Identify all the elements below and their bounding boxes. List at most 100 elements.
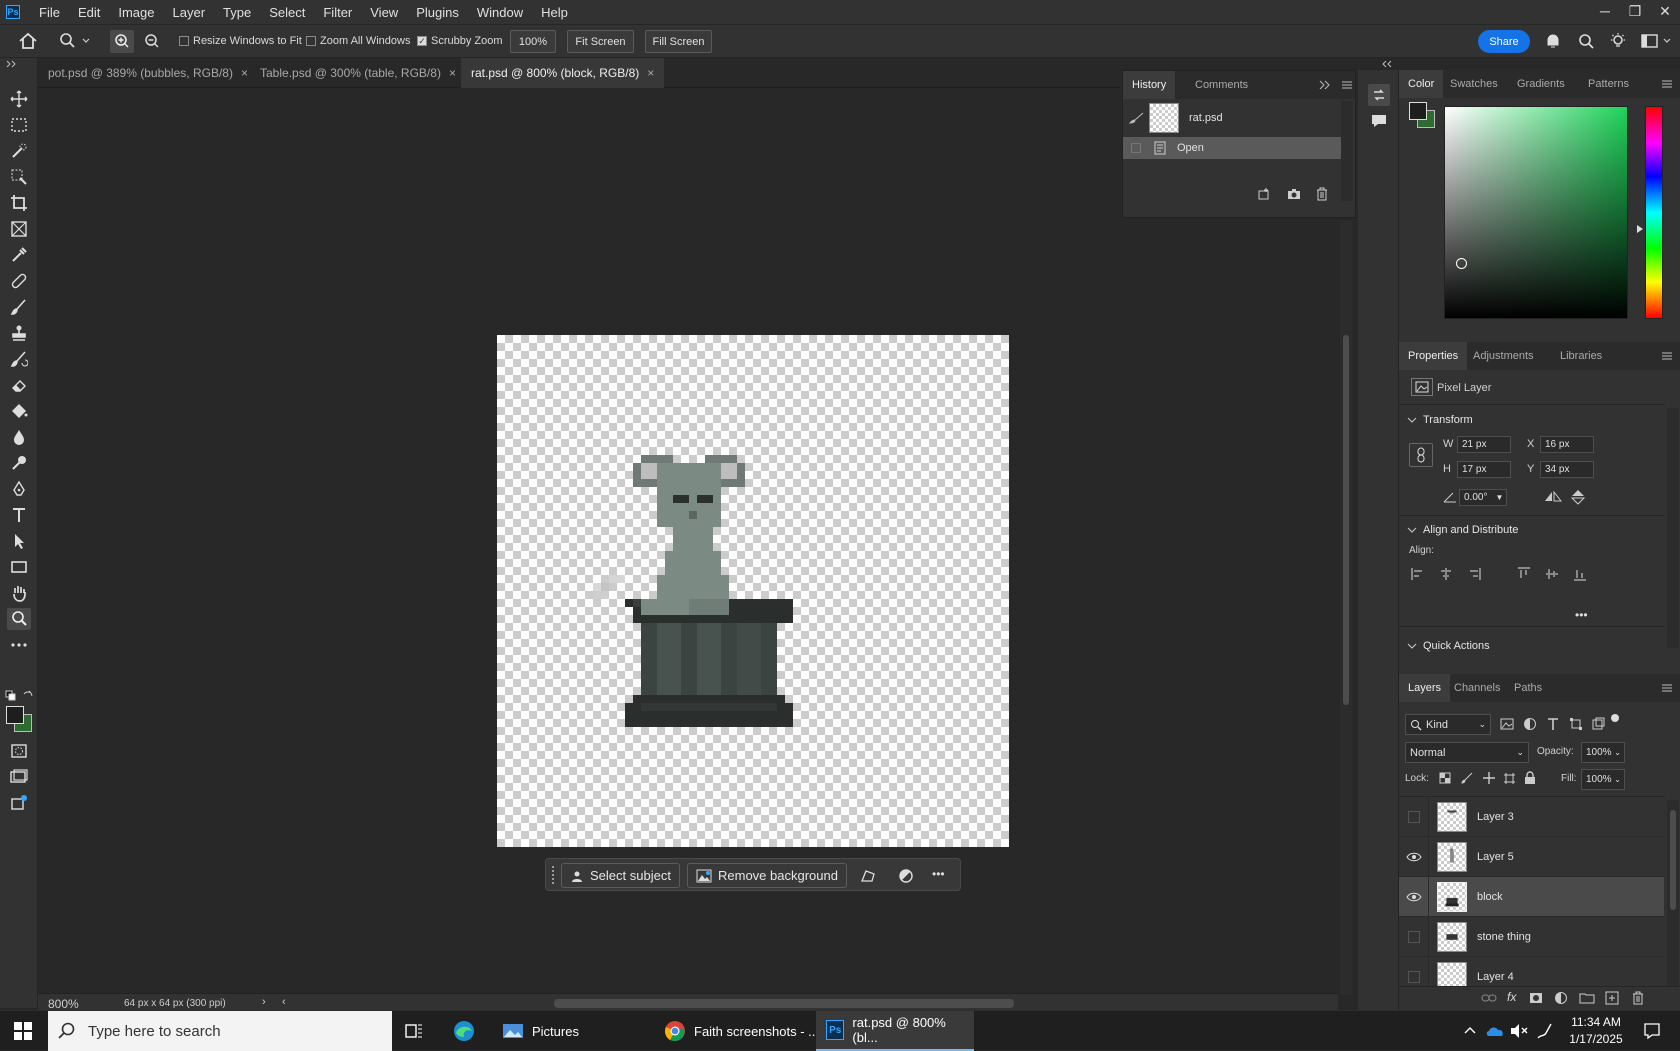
paint-bucket-tool-icon[interactable] xyxy=(7,400,31,422)
taskbar-photoshop[interactable]: Ps rat.psd @ 800% (bl... xyxy=(816,1011,974,1051)
more-options-button[interactable]: ••• xyxy=(932,867,945,881)
zoom-all-windows-checkbox[interactable]: Zoom All Windows xyxy=(306,35,410,47)
more-align-options[interactable]: ••• xyxy=(1575,608,1588,622)
new-adjustment-layer-icon[interactable] xyxy=(1554,991,1568,1005)
menu-plugins[interactable]: Plugins xyxy=(407,5,468,20)
zoom-in-icon[interactable] xyxy=(110,30,134,53)
volume-muted-icon[interactable] xyxy=(1510,1023,1528,1039)
minimize-button[interactable]: ─ xyxy=(1590,0,1620,24)
color-fg-chip[interactable] xyxy=(1409,102,1427,120)
strip-collapse-icon[interactable] xyxy=(1382,60,1392,68)
tab-adjustments[interactable]: Adjustments xyxy=(1464,342,1543,370)
link-dimensions-icon[interactable] xyxy=(1409,443,1433,467)
layers-panel-menu-icon[interactable] xyxy=(1661,683,1673,693)
transform-collapse-icon[interactable] xyxy=(1407,416,1417,424)
history-snapshot[interactable]: rat.psd xyxy=(1123,101,1341,135)
toolbar-collapse-icon[interactable] xyxy=(6,60,18,68)
search-icon[interactable] xyxy=(1577,32,1595,50)
menu-view[interactable]: View xyxy=(361,5,407,20)
notifications-bell-icon[interactable] xyxy=(1544,32,1562,50)
layer-style-fx-icon[interactable]: fx xyxy=(1507,990,1516,1004)
discover-bulb-icon[interactable] xyxy=(1609,32,1627,50)
scroll-left-icon[interactable]: ‹ xyxy=(282,996,286,1008)
zoom-level[interactable]: 800% xyxy=(48,997,79,1011)
visibility-hidden-icon[interactable] xyxy=(1399,797,1429,837)
history-state-checkbox[interactable] xyxy=(1131,143,1141,153)
taskbar-pictures[interactable]: Pictures xyxy=(492,1011,589,1051)
align-hcenter-icon[interactable] xyxy=(1439,567,1453,581)
hue-slider-handle[interactable] xyxy=(1637,225,1643,233)
align-left-icon[interactable] xyxy=(1411,567,1425,581)
align-collapse-icon[interactable] xyxy=(1407,526,1417,534)
adjustment-icon[interactable] xyxy=(898,868,914,884)
layer-row[interactable]: Layer 5 xyxy=(1399,836,1664,877)
zoom-tool-preset-icon[interactable] xyxy=(58,32,90,50)
quick-actions-collapse-icon[interactable] xyxy=(1407,642,1417,650)
clock-date[interactable]: 1/17/2025 xyxy=(1562,1032,1630,1046)
notification-center-icon[interactable] xyxy=(1643,1022,1661,1040)
drag-handle-icon[interactable] xyxy=(551,865,555,887)
tab-layers[interactable]: Layers xyxy=(1399,674,1451,702)
history-scrollbar[interactable] xyxy=(1341,101,1353,201)
properties-scrollbar[interactable] xyxy=(1667,408,1679,648)
menu-image[interactable]: Image xyxy=(109,5,163,20)
path-selection-tool-icon[interactable] xyxy=(7,530,31,552)
delete-layer-icon[interactable] xyxy=(1631,991,1645,1005)
new-group-icon[interactable] xyxy=(1579,991,1595,1005)
layer-row[interactable]: Layer 3 xyxy=(1399,797,1664,837)
select-subject-button[interactable]: Select subject xyxy=(561,863,680,888)
visibility-hidden-icon[interactable] xyxy=(1399,916,1429,957)
align-right-icon[interactable] xyxy=(1467,567,1481,581)
menu-filter[interactable]: Filter xyxy=(314,5,361,20)
align-bottom-icon[interactable] xyxy=(1573,567,1587,581)
width-field[interactable]: 21 px xyxy=(1457,436,1511,453)
filter-type-icon[interactable] xyxy=(1546,717,1560,731)
tab-gradients[interactable]: Gradients xyxy=(1508,70,1574,98)
filter-smart-object-icon[interactable] xyxy=(1591,717,1605,731)
document-canvas[interactable] xyxy=(497,335,1009,847)
workspace-switcher-icon[interactable] xyxy=(1640,32,1676,50)
layer-filter-select[interactable]: Kind ⌄ xyxy=(1405,714,1491,735)
clone-stamp-tool-icon[interactable] xyxy=(7,322,31,344)
tab-history[interactable]: History xyxy=(1123,71,1176,99)
flip-horizontal-icon[interactable] xyxy=(1544,491,1562,503)
tab-libraries[interactable]: Libraries xyxy=(1551,342,1611,370)
menu-edit[interactable]: Edit xyxy=(69,5,109,20)
edge-browser-icon[interactable] xyxy=(452,1019,476,1043)
scrubby-zoom-checkbox[interactable]: ✓ Scrubby Zoom xyxy=(417,35,503,47)
lock-artboard-icon[interactable] xyxy=(1503,772,1516,785)
create-snapshot-icon[interactable] xyxy=(1287,187,1301,201)
lock-pixels-icon[interactable] xyxy=(1461,772,1473,784)
filter-adjustment-icon[interactable] xyxy=(1523,717,1537,731)
quick-mask-icon[interactable] xyxy=(7,740,31,762)
visibility-eye-icon[interactable] xyxy=(1399,876,1429,917)
flip-vertical-icon[interactable] xyxy=(1571,489,1585,505)
transform-icon[interactable] xyxy=(860,868,876,884)
layer-row[interactable]: stone thing xyxy=(1399,916,1664,957)
pen-tool-icon[interactable] xyxy=(7,478,31,500)
move-tool-icon[interactable] xyxy=(7,88,31,110)
tab-properties[interactable]: Properties xyxy=(1399,342,1468,370)
history-brush-source-icon[interactable] xyxy=(1129,112,1145,124)
tab-rat[interactable]: rat.psd @ 800% (block, RGB/8) × xyxy=(461,58,665,88)
taskbar-search-box[interactable]: Type here to search xyxy=(48,1011,392,1051)
tab-table[interactable]: Table.psd @ 300% (table, RGB/8) × xyxy=(250,58,466,88)
taskbar-chrome[interactable]: Faith screenshots - ... xyxy=(654,1011,829,1051)
dodge-tool-icon[interactable] xyxy=(7,452,31,474)
filter-toggle-icon[interactable] xyxy=(1611,714,1619,722)
new-layer-icon[interactable] xyxy=(1605,991,1619,1005)
selection-brush-tool-icon[interactable] xyxy=(7,166,31,188)
onedrive-icon[interactable] xyxy=(1485,1024,1505,1038)
delete-state-icon[interactable] xyxy=(1315,187,1329,201)
canvas-vertical-scrollbar[interactable] xyxy=(1340,220,1352,995)
align-top-icon[interactable] xyxy=(1517,567,1531,581)
show-hidden-icons-icon[interactable] xyxy=(1464,1025,1476,1035)
zoom-out-icon[interactable] xyxy=(140,30,164,53)
screen-mode-icon[interactable] xyxy=(7,766,31,788)
menu-help[interactable]: Help xyxy=(532,5,577,20)
hand-tool-icon[interactable] xyxy=(7,582,31,604)
foreground-color-swatch[interactable] xyxy=(6,706,24,724)
new-document-from-state-icon[interactable] xyxy=(1257,187,1271,201)
x-position-field[interactable]: 16 px xyxy=(1540,436,1594,453)
zoom-tool-icon[interactable] xyxy=(7,608,31,630)
